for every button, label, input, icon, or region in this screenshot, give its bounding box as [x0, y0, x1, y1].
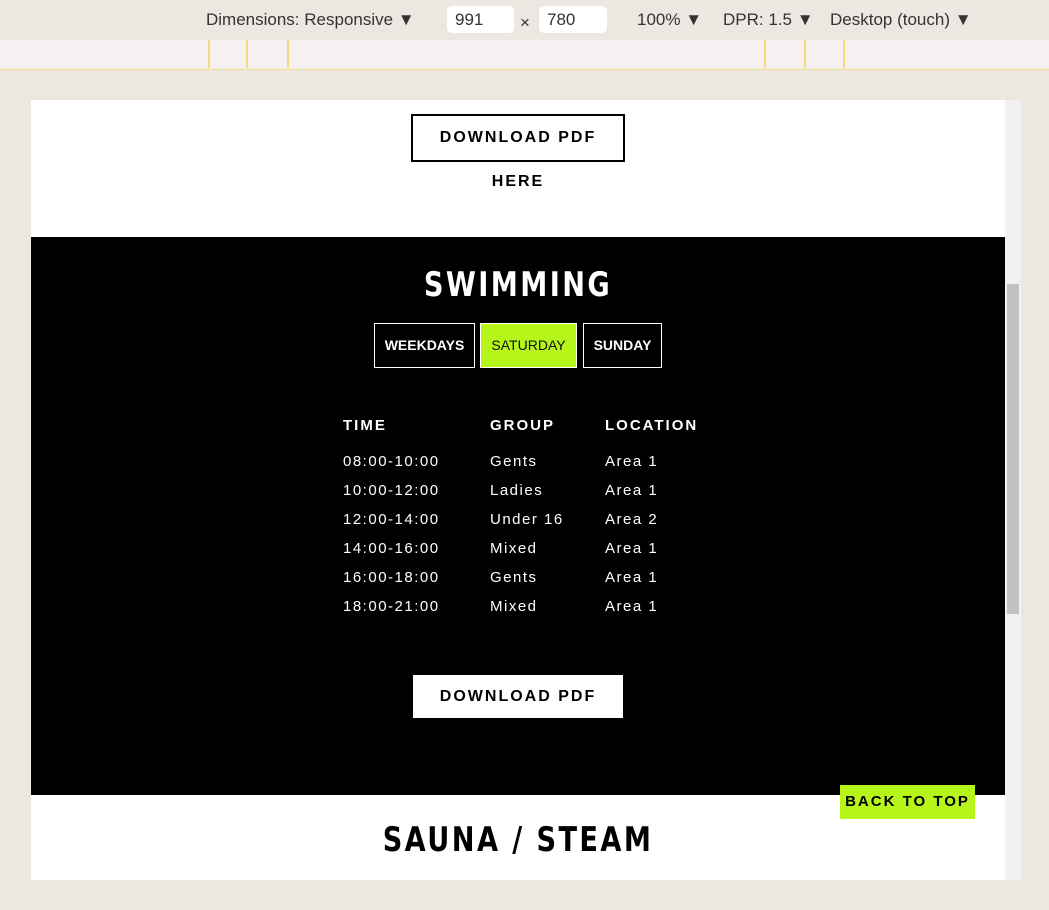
table-cell: Area 1: [605, 569, 659, 586]
height-input[interactable]: 780: [539, 6, 607, 33]
tab-saturday[interactable]: SATURDAY: [480, 323, 577, 368]
header-location: LOCATION: [605, 417, 699, 434]
zoom-select[interactable]: 100% ▼: [637, 10, 702, 30]
media-query-ruler[interactable]: [0, 40, 1049, 70]
header-group: GROUP: [490, 417, 556, 434]
scrollbar-thumb[interactable]: [1007, 284, 1019, 614]
table-cell: Gents: [490, 569, 538, 586]
sauna-title: SAUNA / STEAM: [382, 820, 654, 860]
dimensions-select[interactable]: Dimensions: Responsive ▼: [206, 10, 415, 30]
table-cell: Area 1: [605, 598, 659, 615]
back-to-top-button[interactable]: BACK TO TOP: [840, 785, 975, 819]
device-select[interactable]: Desktop (touch) ▼: [830, 10, 972, 30]
dpr-select[interactable]: DPR: 1.5 ▼: [723, 10, 814, 30]
scrollbar[interactable]: [1005, 100, 1021, 880]
table-cell: Ladies: [490, 482, 544, 499]
swimming-section: SWIMMING WEEKDAYS SATURDAY SUNDAY TIME G…: [31, 237, 1005, 795]
table-cell: 18:00-21:00: [343, 598, 440, 615]
download-pdf-button[interactable]: DOWNLOAD PDF HERE: [411, 114, 625, 190]
table-cell: Gents: [490, 453, 538, 470]
download-pdf-button[interactable]: DOWNLOAD PDF HERE: [413, 675, 623, 748]
width-input[interactable]: 991: [447, 6, 514, 33]
table-cell: 08:00-10:00: [343, 453, 440, 470]
table-cell: Mixed: [490, 598, 538, 615]
table-cell: Area 1: [605, 540, 659, 557]
header-time: TIME: [343, 417, 387, 434]
table-cell: 16:00-18:00: [343, 569, 440, 586]
table-cell: Area 1: [605, 453, 659, 470]
devtools-toolbar: Dimensions: Responsive ▼ 991 × 780 100% …: [0, 0, 1049, 40]
table-cell: 10:00-12:00: [343, 482, 440, 499]
table-cell: Mixed: [490, 540, 538, 557]
section-title: SWIMMING: [423, 265, 613, 305]
table-cell: 14:00-16:00: [343, 540, 440, 557]
times-label: ×: [520, 13, 530, 32]
tab-weekdays[interactable]: WEEKDAYS: [374, 323, 475, 368]
table-cell: Area 1: [605, 482, 659, 499]
table-cell: Under 16: [490, 511, 564, 528]
table-cell: Area 2: [605, 511, 659, 528]
viewport: DOWNLOAD PDF HERE SWIMMING WEEKDAYS SATU…: [31, 100, 1005, 880]
tab-sunday[interactable]: SUNDAY: [583, 323, 662, 368]
table-cell: 12:00-14:00: [343, 511, 440, 528]
